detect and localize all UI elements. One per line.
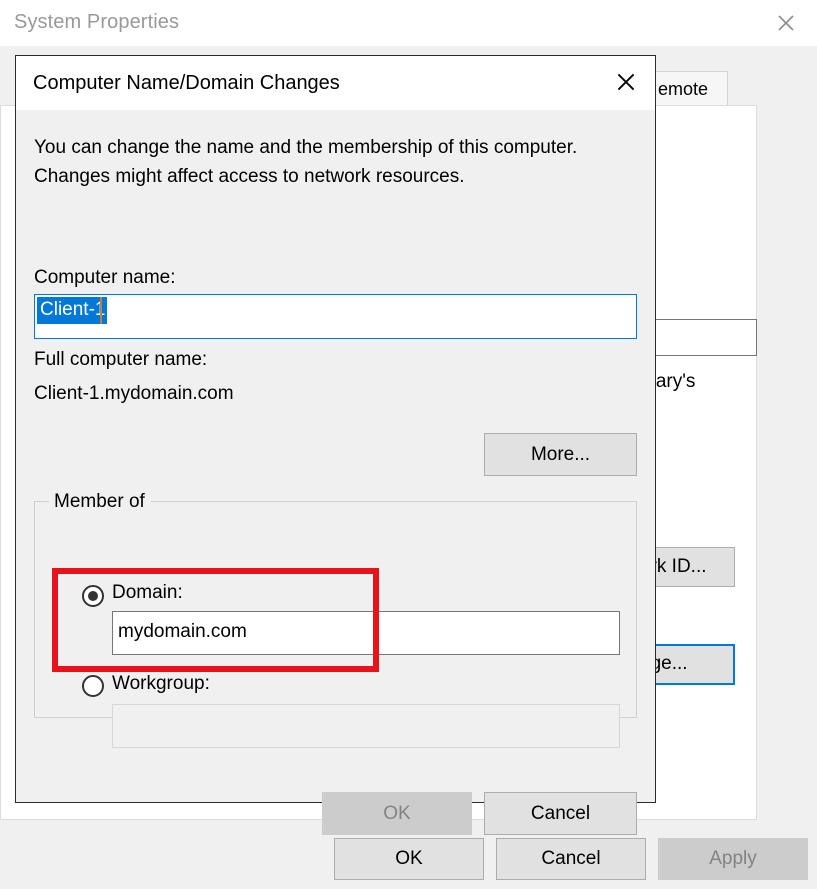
- domain-radio[interactable]: [82, 585, 104, 607]
- cancel-button[interactable]: Cancel: [496, 838, 646, 880]
- computer-name-label: Computer name:: [34, 267, 176, 288]
- computer-name-domain-changes-dialog: Computer Name/Domain Changes You can cha…: [15, 55, 656, 835]
- dialog-cancel-button[interactable]: Cancel: [484, 792, 637, 835]
- window-title: System Properties: [14, 11, 180, 33]
- domain-label: Domain:: [112, 582, 183, 603]
- tab-remote-label: emote: [658, 79, 709, 99]
- dialog-description: You can change the name and the membersh…: [34, 137, 578, 187]
- ok-button[interactable]: OK: [334, 838, 484, 880]
- domain-input-value: mydomain.com: [118, 621, 247, 642]
- dialog-title: Computer Name/Domain Changes: [33, 72, 340, 94]
- full-computer-name-value: Client-1.mydomain.com: [34, 383, 234, 404]
- workgroup-label: Workgroup:: [112, 673, 210, 694]
- dialog-ok-button: OK: [322, 792, 472, 835]
- window-titlebar: System Properties: [0, 0, 817, 46]
- domain-input[interactable]: mydomain.com: [112, 611, 620, 655]
- workgroup-radio[interactable]: [82, 675, 104, 697]
- close-icon[interactable]: [755, 0, 817, 46]
- text-caret: [100, 297, 102, 324]
- computer-name-input[interactable]: Client-1: [34, 294, 637, 339]
- close-icon[interactable]: [596, 56, 655, 108]
- more-button[interactable]: More...: [484, 433, 637, 476]
- tab-remote[interactable]: emote: [653, 71, 728, 106]
- dialog-titlebar: Computer Name/Domain Changes: [16, 56, 655, 110]
- member-of-label: Member of: [49, 491, 151, 513]
- full-computer-name-label: Full computer name:: [34, 349, 208, 370]
- apply-button: Apply: [658, 838, 808, 880]
- workgroup-input: [112, 704, 620, 748]
- computer-name-input-value: Client-1: [37, 297, 108, 324]
